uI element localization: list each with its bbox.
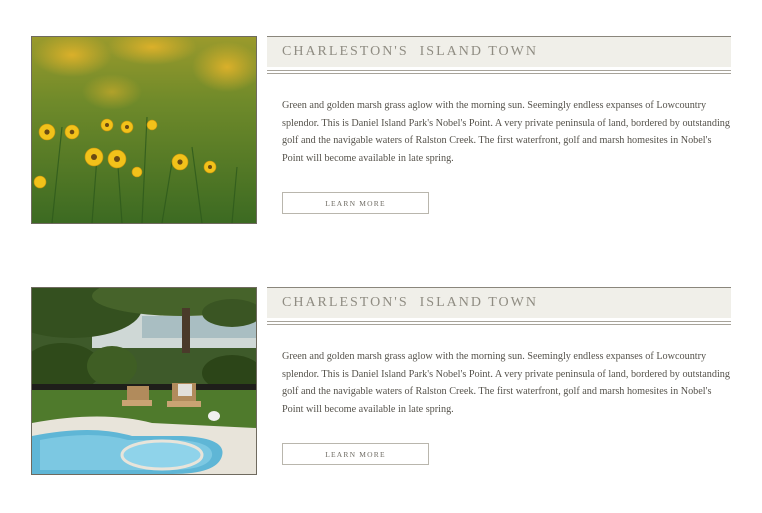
feature-card: CHARLESTON'S ISLAND TOWN Green and golde… [0, 287, 762, 477]
section-body-text: Green and golden marsh grass aglow with … [282, 100, 730, 164]
section-title-bar: CHARLESTON'S ISLAND TOWN [267, 36, 731, 74]
title-rule [267, 324, 731, 325]
pool-photo [31, 287, 257, 475]
section-title: CHARLESTON'S ISLAND TOWN [282, 44, 538, 59]
learn-more-button[interactable]: LEARN MORE [282, 443, 429, 465]
section-title: CHARLESTON'S ISLAND TOWN [282, 295, 538, 310]
title-rule [267, 70, 731, 71]
section-title-bar: CHARLESTON'S ISLAND TOWN [267, 287, 731, 325]
feature-card: CHARLESTON'S ISLAND TOWN Green and golde… [0, 36, 762, 226]
title-rule [267, 321, 731, 322]
flowers-photo [31, 36, 257, 224]
section-body-text: Green and golden marsh grass aglow with … [282, 351, 730, 415]
title-rule [267, 73, 731, 74]
learn-more-button[interactable]: LEARN MORE [282, 192, 429, 214]
